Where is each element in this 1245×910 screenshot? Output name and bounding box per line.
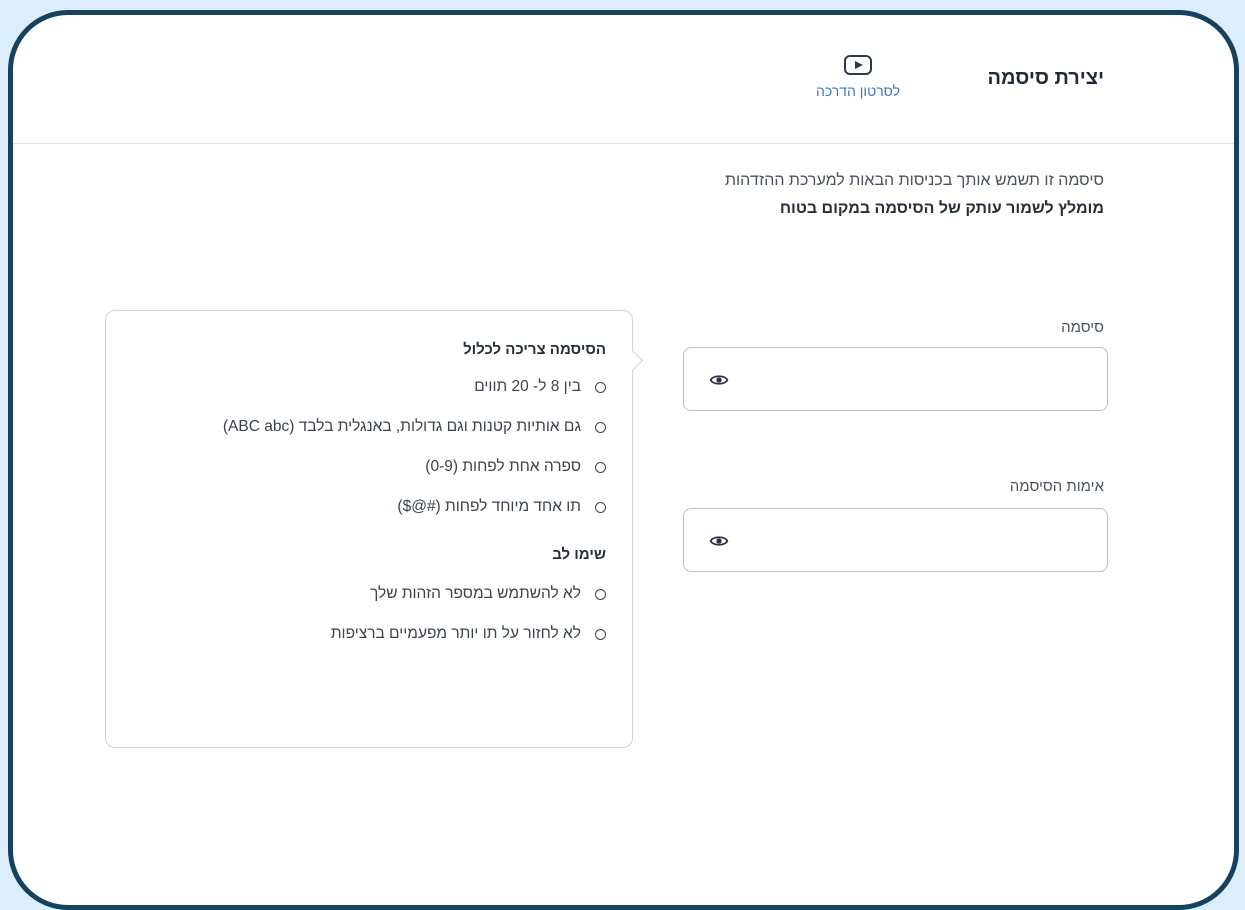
page-title: יצירת סיסמה	[987, 67, 1105, 89]
note-item: לא לחזור על תו יותר מפעמיים ברציפות	[126, 625, 606, 665]
circle-bullet-icon	[595, 589, 606, 600]
rules-heading: הסיסמה צריכה לכלול	[463, 341, 606, 358]
intro-text: סיסמה זו תשמש אותך בכניסות הבאות למערכת …	[304, 167, 1104, 223]
intro-line-1: סיסמה זו תשמש אותך בכניסות הבאות למערכת …	[724, 172, 1104, 189]
main-frame: יצירת סיסמה לסרטון הדרכה סיסמה זו תשמש א…	[8, 10, 1239, 910]
password-label: סיסמה	[1061, 319, 1104, 336]
eye-icon[interactable]	[708, 370, 730, 390]
note-item: לא להשתמש במספר הזהות שלך	[126, 585, 606, 625]
password-rules-panel: הסיסמה צריכה לכלול בין 8 ל- 20 תווים גם …	[105, 310, 633, 748]
rule-item: ספרה אחת לפחות (0-9)	[126, 458, 606, 498]
tutorial-video-label[interactable]: לסרטון הדרכה	[793, 83, 923, 99]
circle-bullet-icon	[595, 422, 606, 433]
circle-bullet-icon	[595, 382, 606, 393]
rule-item: בין 8 ל- 20 תווים	[126, 378, 606, 418]
confirm-password-field[interactable]	[683, 508, 1108, 572]
password-field[interactable]	[683, 347, 1108, 411]
confirm-password-label: אימות הסיסמה	[1009, 478, 1104, 495]
page-header: יצירת סיסמה לסרטון הדרכה	[13, 15, 1234, 144]
circle-bullet-icon	[595, 462, 606, 473]
play-icon[interactable]	[844, 55, 872, 75]
circle-bullet-icon	[595, 629, 606, 640]
intro-line-2: מומלץ לשמור עותק של הסיסמה במקום בטוח	[779, 200, 1104, 217]
rule-item: תו אחד מיוחד לפחות (#@$)	[126, 498, 606, 538]
rule-item: גם אותיות קטנות וגם גדולות, באנגלית בלבד…	[126, 418, 606, 458]
eye-icon[interactable]	[708, 531, 730, 551]
tutorial-video-link[interactable]: לסרטון הדרכה	[793, 55, 923, 99]
note-heading: שימו לב	[552, 546, 606, 563]
circle-bullet-icon	[595, 502, 606, 513]
